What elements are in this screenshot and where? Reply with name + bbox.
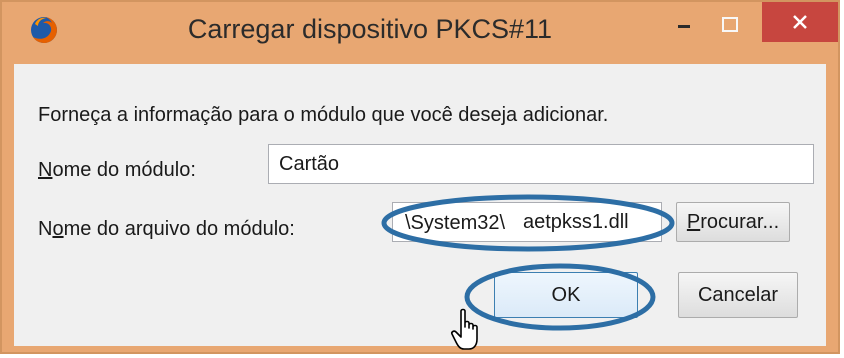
file-path-highlight-ellipse bbox=[381, 194, 675, 252]
module-name-label-text: ome do módulo: bbox=[52, 159, 196, 181]
module-name-label-accesskey: N bbox=[38, 159, 53, 181]
instruction-text: Forneça a informação para o módulo que v… bbox=[38, 104, 609, 126]
module-file-label: Nome do arquivo do módulo: bbox=[38, 218, 295, 241]
cancel-button[interactable]: Cancelar bbox=[678, 272, 798, 318]
close-icon bbox=[793, 15, 807, 29]
module-file-label-start: N bbox=[38, 218, 53, 240]
module-file-label-accesskey: o bbox=[52, 218, 64, 240]
ok-button-highlight-ellipse bbox=[464, 263, 656, 331]
minimize-icon bbox=[678, 25, 690, 28]
hand-cursor-icon bbox=[451, 308, 478, 350]
maximize-button[interactable] bbox=[706, 8, 754, 42]
firefox-icon bbox=[31, 17, 57, 43]
window-title: Carregar dispositivo PKCS#11 bbox=[187, 14, 553, 44]
browse-button[interactable]: Procurar... bbox=[676, 202, 790, 242]
browse-button-accesskey: P bbox=[686, 210, 701, 233]
module-file-label-text: me do arquivo do módulo: bbox=[63, 218, 295, 240]
close-button[interactable] bbox=[762, 2, 838, 42]
maximize-icon bbox=[722, 17, 738, 32]
dialog-window: Carregar dispositivo PKCS#11 Forneça a i… bbox=[0, 0, 840, 354]
module-name-input[interactable]: Cartão bbox=[268, 144, 814, 184]
minimize-button[interactable] bbox=[662, 8, 706, 42]
title-bar[interactable]: Carregar dispositivo PKCS#11 bbox=[2, 2, 838, 60]
module-name-label: Nome do módulo: bbox=[38, 159, 196, 182]
dialog-content: Forneça a informação para o módulo que v… bbox=[14, 64, 826, 346]
browse-button-label: rocurar... bbox=[700, 210, 780, 233]
